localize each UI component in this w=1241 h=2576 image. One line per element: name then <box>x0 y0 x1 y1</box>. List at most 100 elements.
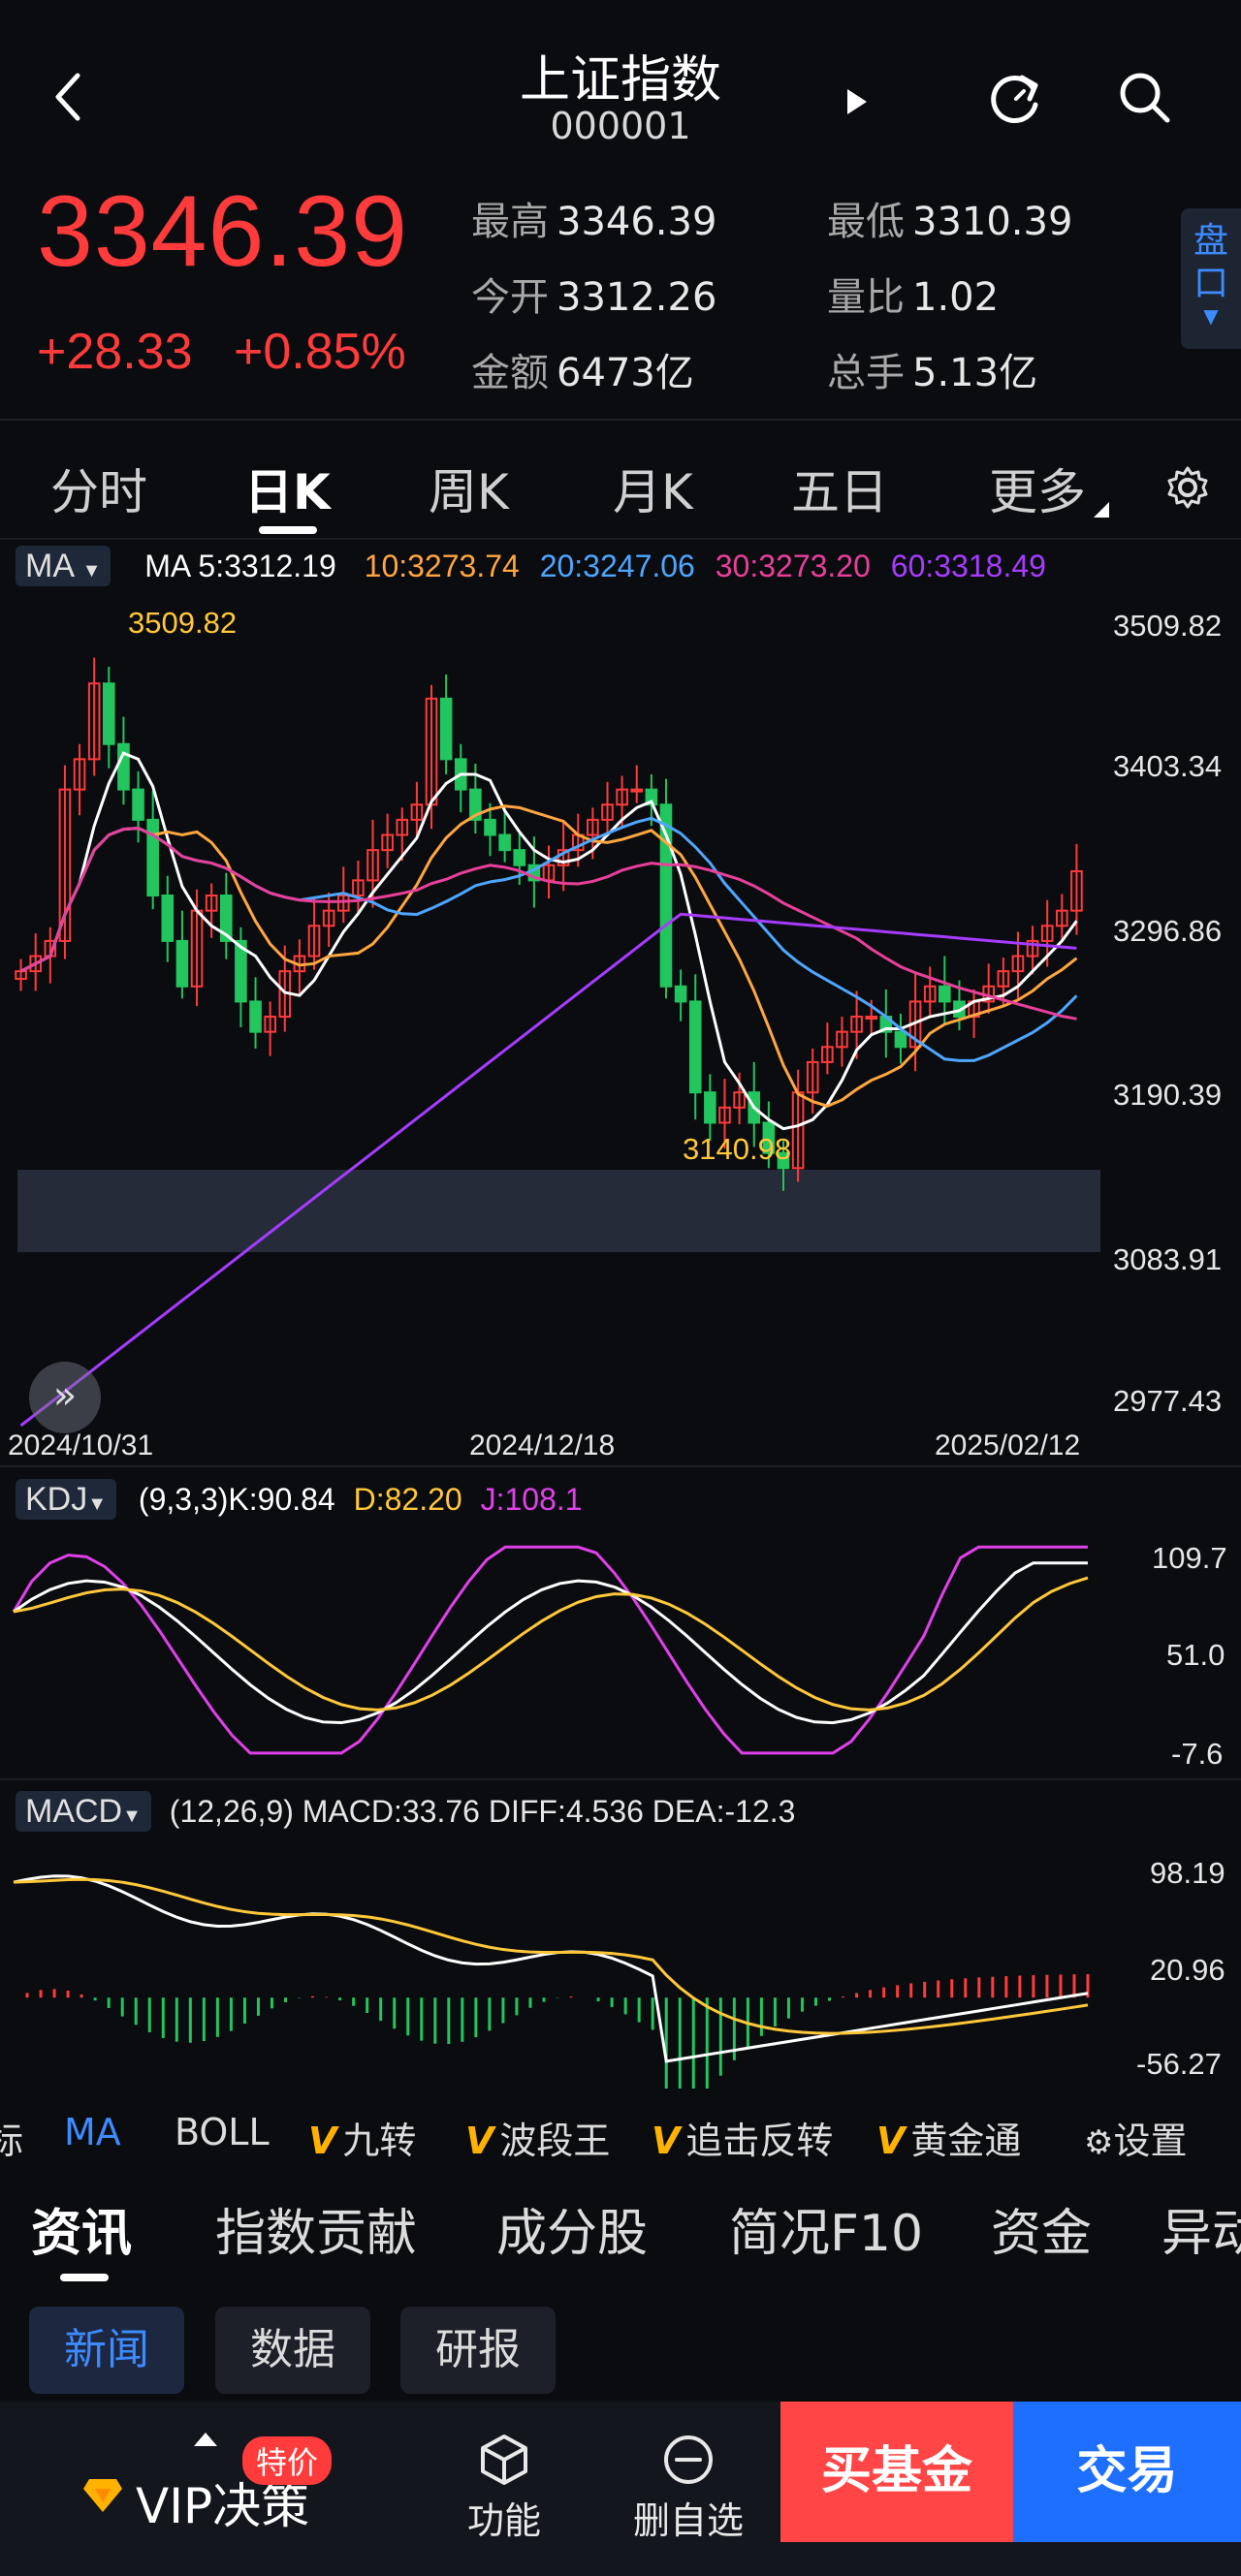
divider <box>0 419 1241 421</box>
chip-research[interactable]: 研报 <box>400 2307 556 2394</box>
x-date: 2024/10/31 <box>8 1429 154 1461</box>
macd-values: (12,26,9) MACD:33.76 DIFF:4.536 DEA:-12.… <box>169 1794 796 1829</box>
buy-fund-button[interactable]: 买基金 <box>780 2402 1013 2542</box>
legend-ma5: MA 5:3312.19 <box>144 549 336 583</box>
y-tick: 20.96 <box>1150 1953 1225 1987</box>
diamond-icon <box>81 2473 124 2516</box>
tab-minute[interactable]: 分时 <box>50 454 147 523</box>
kdj-k: (9,3,3)K:90.84 <box>138 1482 335 1517</box>
tab-weekly-k[interactable]: 周K <box>429 454 509 523</box>
caret-down-icon: ▼ <box>122 1806 142 1827</box>
shaded-range <box>17 1170 1100 1252</box>
y-tick: 2977.43 <box>1113 1384 1223 1418</box>
page-title: 上证指数 <box>519 51 721 110</box>
gear-icon[interactable] <box>1163 463 1212 512</box>
y-tick: 3190.39 <box>1113 1078 1223 1112</box>
macd-legend: MACD▼ (12,26,9) MACD:33.76 DIFF:4.536 DE… <box>16 1791 796 1832</box>
indicator-boduanwang[interactable]: V 波段王 <box>465 2111 610 2164</box>
indicator-partial[interactable]: 标 <box>0 2111 23 2164</box>
candle <box>688 1000 702 1094</box>
y-tick: 98.19 <box>1150 1856 1225 1890</box>
indicator-zhuiji[interactable]: V 追击反转 <box>652 2111 833 2164</box>
period-tabs: 分时 日K 周K 月K 五日 更多 <box>0 426 1241 538</box>
indicator-ma[interactable]: MA <box>64 2111 121 2153</box>
ma-legend: MA ▼ MA 5:3312.19 10:3273.74 20:3247.06 … <box>16 546 1227 596</box>
y-tick: 51.0 <box>1166 1638 1225 1672</box>
tab-more[interactable]: 更多 <box>989 454 1086 523</box>
trade-button[interactable]: 交易 <box>1013 2402 1241 2542</box>
bottom-action-bar: VIP决策 特价 功能 删自选 买基金 交易 <box>0 2402 1241 2576</box>
pankou-button[interactable]: 盘口 ▼ <box>1181 208 1241 349</box>
tab-underline <box>259 526 317 534</box>
y-tick: -7.6 <box>1171 1737 1224 1771</box>
kdj-selector[interactable]: KDJ▼ <box>16 1479 117 1520</box>
last-price: 3346.39 <box>37 175 408 288</box>
y-tick: 3403.34 <box>1113 749 1223 783</box>
y-tick: 3083.91 <box>1113 1242 1223 1276</box>
tab-constituents[interactable]: 成分股 <box>496 2192 648 2265</box>
kdj-j-line <box>12 1545 1088 1755</box>
vip-button[interactable]: VIP决策 特价 <box>58 2433 368 2537</box>
v-icon: V <box>652 2120 681 2162</box>
low-label: 3140.98 <box>683 1132 792 1166</box>
macd-chart[interactable] <box>0 1846 1241 2089</box>
tab-capital[interactable]: 资金 <box>991 2192 1092 2265</box>
price-change: +28.33 +0.85% <box>37 323 406 381</box>
gear-icon: ⚙ <box>1084 2123 1114 2162</box>
caret-up-icon <box>194 2433 217 2446</box>
legend-ma30: 30:3273.20 <box>715 549 871 583</box>
candle <box>674 985 687 1003</box>
v-icon: V <box>308 2120 337 2162</box>
x-date: 2025/02/12 <box>935 1429 1081 1461</box>
candle <box>484 818 496 836</box>
remove-watchlist-button[interactable]: 删自选 <box>630 2433 747 2544</box>
candle <box>132 788 144 821</box>
v-icon: V <box>465 2120 494 2162</box>
candle <box>513 849 526 866</box>
refresh-icon[interactable] <box>987 68 1045 126</box>
legend-ma20: 20:3247.06 <box>539 549 695 583</box>
chip-data[interactable]: 数据 <box>215 2307 370 2394</box>
indicator-settings[interactable]: ⚙设置 <box>1084 2111 1188 2164</box>
dea-line <box>13 1877 1089 2035</box>
tab-index-contribution[interactable]: 指数贡献 <box>215 2192 417 2265</box>
chart-background <box>0 596 1241 1468</box>
candle <box>249 1000 262 1033</box>
promo-badge: 特价 <box>242 2436 333 2485</box>
tab-abnormal[interactable]: 异动 <box>1161 2192 1241 2265</box>
candle <box>103 682 115 745</box>
tab-news-feed[interactable]: 资讯 <box>31 2192 132 2265</box>
tab-f10[interactable]: 简况F10 <box>729 2192 923 2265</box>
indicator-huangjin[interactable]: V 黄金通 <box>876 2111 1051 2164</box>
kdj-chart[interactable] <box>0 1536 1241 1774</box>
legend-ma60: 60:3318.49 <box>890 549 1046 583</box>
candle <box>498 833 511 852</box>
candle <box>161 895 175 942</box>
next-stock-icon[interactable] <box>845 87 869 116</box>
indicator-boll[interactable]: BOLL <box>175 2111 270 2153</box>
divider <box>0 538 1241 540</box>
kdj-d-line <box>13 1576 1089 1712</box>
tab-five-day[interactable]: 五日 <box>791 454 888 523</box>
tab-monthly-k[interactable]: 月K <box>613 454 693 523</box>
y-tick: 3296.86 <box>1113 914 1223 948</box>
stat-total-hands: 总手 5.13亿 <box>827 351 1038 395</box>
expand-icon[interactable]: » <box>29 1362 101 1433</box>
ma-selector[interactable]: MA ▼ <box>16 546 111 586</box>
candle <box>175 939 189 988</box>
search-icon[interactable] <box>1115 68 1173 126</box>
kline-chart[interactable] <box>0 596 1241 1468</box>
candle <box>894 1030 907 1049</box>
info-tab-underline <box>60 2274 109 2281</box>
x-date: 2024/12/18 <box>469 1429 616 1461</box>
kdj-k-line <box>13 1561 1088 1725</box>
tab-daily-k[interactable]: 日K <box>244 454 331 523</box>
function-button[interactable]: 功能 <box>456 2433 553 2544</box>
stat-volume-ratio: 量比 1.02 <box>827 275 1000 320</box>
chip-news[interactable]: 新闻 <box>29 2307 184 2394</box>
y-tick: 3509.82 <box>1113 609 1223 643</box>
macd-selector[interactable]: MACD▼ <box>16 1791 151 1832</box>
kdj-j: J:108.1 <box>480 1482 583 1517</box>
caret-down-icon: ▼ <box>87 1493 108 1515</box>
indicator-jiuzhuan[interactable]: V 九转 <box>308 2111 416 2164</box>
